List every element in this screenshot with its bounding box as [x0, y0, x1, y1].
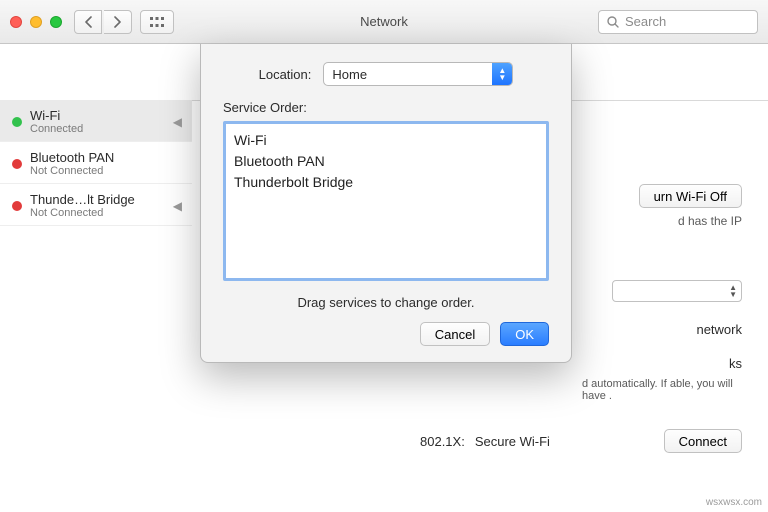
location-value: Home [324, 67, 492, 82]
close-window-button[interactable] [10, 16, 22, 28]
status-dot-icon [12, 201, 22, 211]
stepper-icon: ▲▼ [729, 284, 737, 298]
service-order-list[interactable]: Wi-Fi Bluetooth PAN Thunderbolt Bridge [223, 121, 549, 281]
search-icon [607, 16, 619, 28]
service-status: Not Connected [30, 165, 114, 177]
service-name: Thunde…lt Bridge [30, 192, 135, 207]
drag-hint: Drag services to change order. [223, 295, 549, 310]
minimize-window-button[interactable] [30, 16, 42, 28]
search-placeholder: Search [625, 14, 666, 29]
titlebar: Network Search [0, 0, 768, 44]
cancel-button[interactable]: Cancel [420, 322, 490, 346]
maximize-window-button[interactable] [50, 16, 62, 28]
search-input[interactable]: Search [598, 10, 758, 34]
ok-button[interactable]: OK [500, 322, 549, 346]
status-dot-icon [12, 117, 22, 127]
sidebar-item-thunderbolt-bridge[interactable]: Thunde…lt Bridge Not Connected ◀ [0, 184, 192, 226]
dropdown[interactable]: ▲▼ [612, 280, 742, 302]
forward-button[interactable] [104, 10, 132, 34]
8021x-value: Secure Wi-Fi [475, 434, 550, 449]
service-name: Wi-Fi [30, 108, 83, 123]
8021x-label: 802.1X: [420, 434, 465, 449]
sidebar-item-bluetooth-pan[interactable]: Bluetooth PAN Not Connected [0, 142, 192, 184]
ip-text-fragment: d has the IP [678, 214, 742, 228]
nav-back-forward [74, 10, 132, 34]
chevron-left-icon: ◀ [173, 199, 182, 213]
back-button[interactable] [74, 10, 102, 34]
watermark: wsxwsx.com [706, 497, 762, 508]
list-item[interactable]: Wi-Fi [234, 130, 538, 151]
service-order-sheet: Location: Home ▲▼ Service Order: Wi-Fi B… [200, 44, 572, 363]
sidebar-item-wifi[interactable]: Wi-Fi Connected ◀ [0, 100, 192, 142]
network-label-fragment: network [696, 322, 742, 337]
show-all-button[interactable] [140, 10, 174, 34]
list-item[interactable]: Thunderbolt Bridge [234, 172, 538, 193]
list-item[interactable]: Bluetooth PAN [234, 151, 538, 172]
service-order-label: Service Order: [223, 100, 549, 115]
8021x-row: 802.1X: Secure Wi-Fi [420, 434, 550, 449]
auto-text-fragment: d automatically. If able, you will have … [582, 378, 742, 402]
chevron-left-icon: ◀ [173, 115, 182, 129]
service-status: Not Connected [30, 207, 135, 219]
turn-wifi-off-button[interactable]: urn Wi-Fi Off [639, 184, 742, 208]
ks-label-fragment: ks [729, 356, 742, 371]
traffic-lights [10, 16, 62, 28]
service-status: Connected [30, 123, 83, 135]
service-sidebar: Wi-Fi Connected ◀ Bluetooth PAN Not Conn… [0, 100, 192, 512]
service-name: Bluetooth PAN [30, 150, 114, 165]
connect-button[interactable]: Connect [664, 429, 742, 453]
location-select[interactable]: Home ▲▼ [323, 62, 513, 86]
select-arrows-icon: ▲▼ [492, 63, 512, 85]
location-label: Location: [259, 67, 312, 82]
status-dot-icon [12, 159, 22, 169]
main: Wi-Fi Connected ◀ Bluetooth PAN Not Conn… [0, 44, 768, 512]
